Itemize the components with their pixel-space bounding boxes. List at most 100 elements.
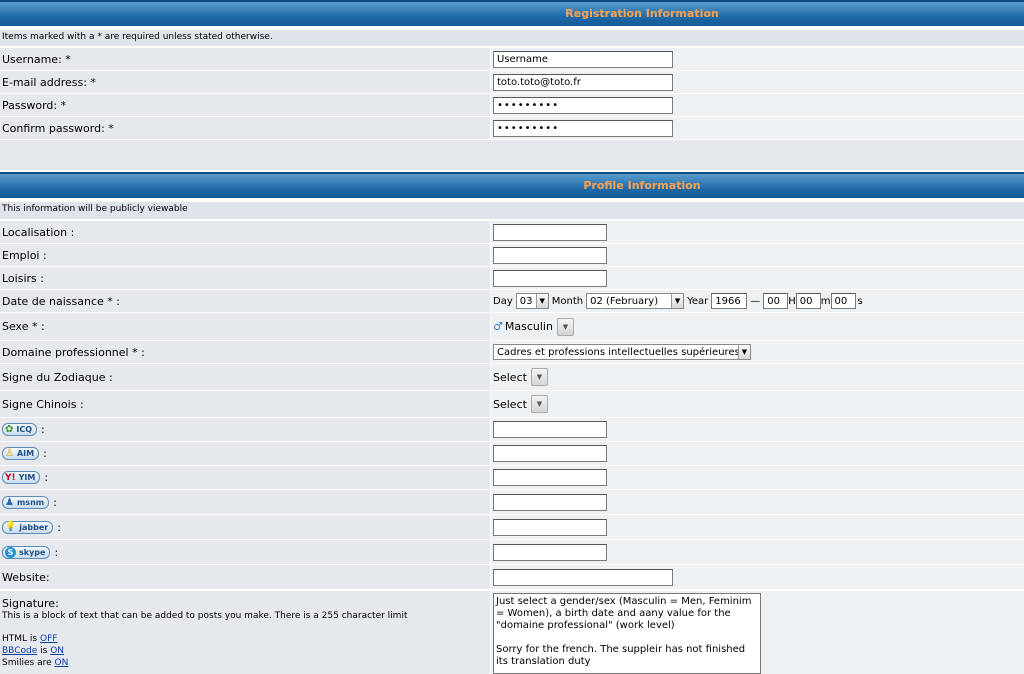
msnm-input[interactable] bbox=[493, 493, 607, 511]
confirm-password-row: Confirm password: * ••••••••• bbox=[0, 116, 1024, 139]
chevron-down-icon: ▼ bbox=[536, 373, 543, 381]
skype-icon: S bbox=[5, 546, 16, 558]
aim-label: AIM bbox=[16, 449, 35, 458]
birthdate-label: Date de naissance * : bbox=[0, 290, 490, 312]
icq-input[interactable] bbox=[493, 421, 607, 438]
aim-row: ♙ AIM: bbox=[0, 441, 1024, 465]
localisation-input[interactable] bbox=[493, 223, 607, 241]
email-label: E-mail address: * bbox=[0, 71, 490, 93]
loisirs-row: Loisirs : bbox=[0, 266, 1024, 289]
zodiaque-row: Signe du Zodiaque : Select ▼ bbox=[0, 363, 1024, 390]
icq-colon: : bbox=[41, 423, 45, 436]
jabber-badge: 💡 jabber bbox=[2, 520, 54, 534]
icq-flower-icon: ✿ bbox=[5, 424, 14, 435]
email-input[interactable]: toto.toto@toto.fr bbox=[493, 73, 673, 91]
emploi-row: Emploi : bbox=[0, 243, 1024, 266]
domaine-value: Cadres et professions intellectuelles su… bbox=[497, 346, 740, 358]
username-input[interactable]: Username bbox=[493, 50, 673, 68]
profile-header: Profile Information bbox=[0, 172, 1024, 198]
male-icon: ♂ bbox=[493, 320, 503, 333]
yahoo-icon: Y! bbox=[5, 472, 16, 483]
domaine-label: Domaine professionnel * : bbox=[0, 341, 490, 363]
aim-badge: ♙ AIM bbox=[2, 447, 40, 460]
signature-text-paragraph-2: Sorry for the french. The suppleir has n… bbox=[496, 644, 746, 667]
sexe-label: Sexe * : bbox=[0, 313, 490, 340]
signature-textarea[interactable]: Just select a gender/sex (Masculin = Men… bbox=[493, 593, 761, 674]
day-select[interactable]: 03 ▼ bbox=[515, 293, 549, 309]
month-label: Month bbox=[551, 295, 584, 307]
website-input[interactable] bbox=[493, 568, 673, 586]
icq-label: ICQ bbox=[16, 425, 33, 434]
hour-unit: H bbox=[788, 295, 796, 307]
minute-input[interactable]: 00 bbox=[795, 293, 821, 309]
password-input[interactable]: ••••••••• bbox=[493, 96, 673, 114]
sexe-row: Sexe * : ♂ Masculin ▼ bbox=[0, 312, 1024, 340]
jabber-colon: : bbox=[57, 520, 61, 534]
year-label: Year bbox=[687, 295, 709, 307]
html-off-link[interactable]: OFF bbox=[40, 634, 57, 644]
minute-unit: m bbox=[820, 295, 831, 307]
smilies-on-link[interactable]: ON bbox=[55, 658, 69, 668]
year-input[interactable]: 1966 bbox=[711, 293, 748, 309]
skype-badge: Sskype bbox=[2, 545, 51, 559]
email-row: E-mail address: * toto.toto@toto.fr bbox=[0, 70, 1024, 93]
chevron-down-icon: ▼ bbox=[535, 294, 548, 308]
bbcode-status: BBCode is ON bbox=[2, 645, 490, 657]
bbcode-link[interactable]: BBCode bbox=[2, 646, 37, 656]
aim-runner-icon: ♙ bbox=[5, 448, 14, 459]
birthdate-row: Date de naissance * : Day 03 ▼ Month 02 (… bbox=[0, 289, 1024, 312]
chevron-down-icon: ▼ bbox=[738, 345, 750, 359]
msn-buddy-icon: ♟ bbox=[5, 496, 14, 508]
section-spacer bbox=[0, 140, 1024, 170]
smilies-status: Smilies are ON bbox=[2, 657, 490, 669]
html-status: HTML is OFF bbox=[2, 633, 490, 645]
username-row: Username: * Username bbox=[0, 47, 1024, 70]
confirm-password-input[interactable]: ••••••••• bbox=[493, 119, 673, 137]
chevron-down-icon: ▼ bbox=[562, 322, 569, 331]
emploi-input[interactable] bbox=[493, 246, 607, 264]
jabber-bulb-icon: 💡 bbox=[5, 522, 17, 532]
jabber-row: 💡 jabber: bbox=[0, 514, 1024, 539]
yim-row: Y! YIM: bbox=[0, 465, 1024, 489]
chevron-down-icon: ▼ bbox=[536, 400, 543, 408]
localisation-row: Localisation : bbox=[0, 220, 1024, 243]
month-value: 02 (February) bbox=[590, 295, 659, 307]
day-value: 03 bbox=[519, 295, 533, 307]
smilies-label: Smilies are bbox=[2, 658, 52, 668]
signature-description: This is a block of text that can be adde… bbox=[2, 611, 408, 621]
bbcode-is-label: is bbox=[40, 646, 48, 656]
skype-row: Sskype: bbox=[0, 539, 1024, 564]
jabber-label: jabber bbox=[19, 522, 49, 532]
hour-input[interactable]: 00 bbox=[763, 293, 789, 309]
icq-badge: ✿ ICQ bbox=[2, 423, 38, 436]
public-note: This information will be publicly viewab… bbox=[0, 202, 1024, 219]
domaine-row: Domaine professionnel * : Cadres et prof… bbox=[0, 340, 1024, 363]
second-unit: s bbox=[857, 295, 863, 307]
dash-separator: — bbox=[750, 295, 761, 307]
sexe-dropdown-button[interactable]: ▼ bbox=[556, 317, 574, 336]
signature-text-paragraph-1: Just select a gender/sex (Masculin = Men… bbox=[496, 596, 752, 631]
chinois-dropdown-button[interactable]: ▼ bbox=[530, 395, 548, 413]
chinois-row: Signe Chinois : Select ▼ bbox=[0, 390, 1024, 417]
month-select[interactable]: 02 (February) ▼ bbox=[586, 293, 685, 309]
zodiaque-label: Signe du Zodiaque : bbox=[0, 364, 490, 390]
sexe-value: Masculin bbox=[504, 320, 553, 333]
skype-label: skype bbox=[19, 547, 46, 557]
bbcode-on-link[interactable]: ON bbox=[50, 646, 64, 656]
yim-input[interactable] bbox=[493, 469, 607, 486]
skype-input[interactable] bbox=[493, 543, 607, 561]
msnm-badge: ♟ msnm bbox=[2, 495, 50, 509]
zodiaque-dropdown-button[interactable]: ▼ bbox=[530, 368, 548, 386]
msnm-label: msnm bbox=[16, 497, 45, 507]
password-row: Password: * ••••••••• bbox=[0, 93, 1024, 116]
aim-colon: : bbox=[43, 447, 47, 460]
yim-colon: : bbox=[44, 471, 49, 484]
loisirs-label: Loisirs : bbox=[0, 267, 490, 289]
second-input[interactable]: 00 bbox=[830, 293, 856, 309]
registration-header: Registration Information bbox=[0, 0, 1024, 26]
loisirs-input[interactable] bbox=[493, 269, 607, 287]
msnm-row: ♟ msnm: bbox=[0, 489, 1024, 514]
domaine-select[interactable]: Cadres et professions intellectuelles su… bbox=[493, 344, 751, 360]
jabber-input[interactable] bbox=[493, 518, 607, 536]
aim-input[interactable] bbox=[493, 445, 607, 462]
